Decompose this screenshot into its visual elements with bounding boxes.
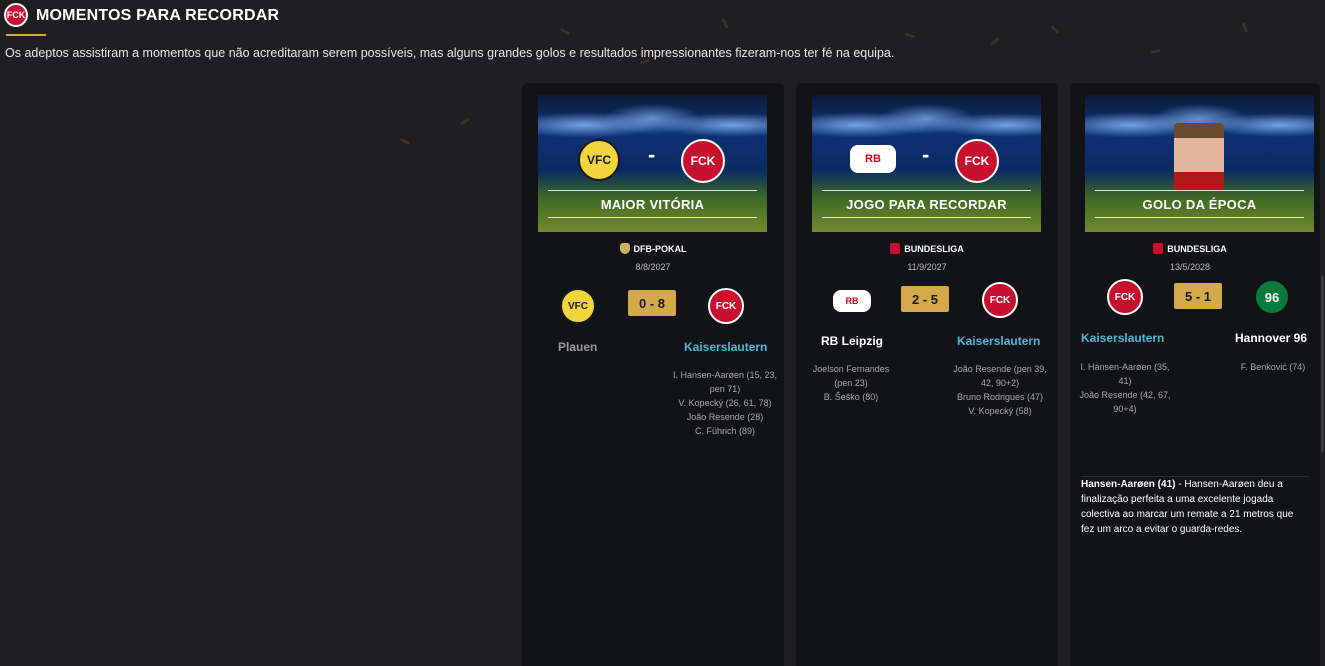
banner-divider bbox=[822, 217, 1031, 218]
goal-description: Hansen-Aarøen (41) - Hansen-Aarøen deu a… bbox=[1081, 476, 1309, 537]
away-scorers: F. Benković (74) bbox=[1228, 360, 1318, 374]
banner-divider bbox=[548, 190, 757, 191]
kaiserslautern-crest-icon: FCK bbox=[982, 282, 1018, 318]
banner-divider bbox=[1095, 217, 1304, 218]
match-score: 0 - 8 bbox=[628, 290, 676, 316]
banner-label: JOGO PARA RECORDAR bbox=[846, 197, 1007, 212]
match-score: 5 - 1 bbox=[1174, 283, 1222, 309]
scorer: João Resende (pen 39, 42, 90+2) bbox=[953, 364, 1047, 388]
page-subtitle: Os adeptos assistiram a momentos que não… bbox=[5, 46, 895, 60]
away-team-name[interactable]: Kaiserslautern bbox=[684, 340, 767, 354]
scorer: V. Kopecký (26, 61, 78) bbox=[678, 398, 772, 408]
competition: DFB-POKAL bbox=[522, 243, 784, 254]
kaiserslautern-crest-icon: FCK bbox=[955, 139, 999, 183]
competition: BUNDESLIGA bbox=[796, 243, 1058, 254]
scorer: V. Kopecký (58) bbox=[968, 406, 1032, 416]
scrollbar[interactable] bbox=[1321, 276, 1324, 452]
competition: BUNDESLIGA bbox=[1070, 243, 1310, 254]
away-team-name[interactable]: Kaiserslautern bbox=[957, 334, 1040, 348]
kaiserslautern-crest-icon: FCK bbox=[708, 288, 744, 324]
plauen-crest-icon: VFC bbox=[578, 139, 620, 181]
scorer: Joelson Fernandes (pen 23) bbox=[812, 364, 890, 388]
banner-divider bbox=[822, 190, 1031, 191]
banner-label: GOLO DA ÉPOCA bbox=[1142, 197, 1257, 212]
scorer: João Resende (42, 67, 90+4) bbox=[1079, 390, 1171, 414]
home-team-name[interactable]: RB Leipzig bbox=[821, 334, 883, 348]
rb-leipzig-crest-icon: RB bbox=[833, 290, 871, 312]
scorer: João Resende (28) bbox=[686, 412, 764, 422]
title-underline bbox=[6, 34, 46, 36]
moment-card-biggest-win[interactable]: VFC - FCK MAIOR VITÓRIA DFB-POKAL 8/8/20… bbox=[522, 83, 784, 666]
scorer: B. Šeško (80) bbox=[823, 392, 879, 402]
hannover-crest-icon: 96 bbox=[1254, 279, 1290, 315]
match-date: 13/5/2028 bbox=[1169, 262, 1211, 272]
banner: RB - FCK JOGO PARA RECORDAR bbox=[812, 95, 1041, 232]
scorer: F. Benković (74) bbox=[1240, 362, 1306, 372]
moment-card-goal-of-season[interactable]: GOLO DA ÉPOCA BUNDESLIGA 13/5/2028 FCK 5… bbox=[1070, 83, 1320, 666]
scorer: I. Hansen-Aarøen (15, 23, pen 71) bbox=[672, 370, 778, 394]
page-title: MOMENTOS PARA RECORDAR bbox=[36, 7, 280, 24]
moment-card-memorable-match[interactable]: RB - FCK JOGO PARA RECORDAR BUNDESLIGA 1… bbox=[796, 83, 1058, 666]
match-date: 8/8/2027 bbox=[635, 262, 671, 272]
page-header: FCK MOMENTOS PARA RECORDAR Os adeptos as… bbox=[0, 0, 1325, 80]
plauen-crest-icon: VFC bbox=[560, 288, 596, 324]
match-date: 11/9/2027 bbox=[907, 262, 947, 272]
banner: VFC - FCK MAIOR VITÓRIA bbox=[538, 95, 767, 232]
away-team-name[interactable]: Hannover 96 bbox=[1235, 331, 1307, 345]
banner-divider bbox=[548, 217, 757, 218]
kaiserslautern-crest-icon: FCK bbox=[681, 139, 725, 183]
bundesliga-icon bbox=[1153, 243, 1164, 254]
kaiserslautern-crest-icon: FCK bbox=[1107, 279, 1143, 315]
competition-name: BUNDESLIGA bbox=[904, 244, 964, 254]
away-scorers: João Resende (pen 39, 42, 90+2) Bruno Ro… bbox=[948, 362, 1052, 418]
banner: GOLO DA ÉPOCA bbox=[1085, 95, 1314, 232]
home-team-name[interactable]: Plauen bbox=[558, 340, 597, 354]
bundesliga-icon bbox=[890, 243, 901, 254]
rb-leipzig-crest-icon: RB bbox=[850, 145, 896, 173]
club-crest-icon: FCK bbox=[4, 3, 28, 27]
scorer: I. Hansen-Aarøen (35, 41) bbox=[1080, 362, 1170, 386]
home-team-name[interactable]: Kaiserslautern bbox=[1081, 331, 1164, 345]
match-score: 2 - 5 bbox=[901, 286, 949, 312]
player-photo bbox=[1174, 123, 1224, 191]
versus-dash: - bbox=[922, 142, 930, 167]
banner-divider bbox=[1095, 190, 1304, 191]
home-scorers: I. Hansen-Aarøen (35, 41) João Resende (… bbox=[1075, 360, 1175, 416]
competition-name: BUNDESLIGA bbox=[1167, 244, 1227, 254]
competition-name: DFB-POKAL bbox=[633, 244, 687, 254]
dfb-pokal-icon bbox=[619, 243, 630, 254]
away-scorers: I. Hansen-Aarøen (15, 23, pen 71) V. Kop… bbox=[672, 368, 778, 438]
home-scorers: Joelson Fernandes (pen 23) B. Šeško (80) bbox=[804, 362, 898, 404]
versus-dash: - bbox=[648, 142, 656, 167]
banner-label: MAIOR VITÓRIA bbox=[600, 197, 705, 212]
scorer: Bruno Rodrigues (47) bbox=[956, 392, 1044, 402]
scorer: C. Führich (89) bbox=[694, 426, 756, 436]
goal-author: Hansen-Aarøen (41) bbox=[1081, 479, 1176, 490]
